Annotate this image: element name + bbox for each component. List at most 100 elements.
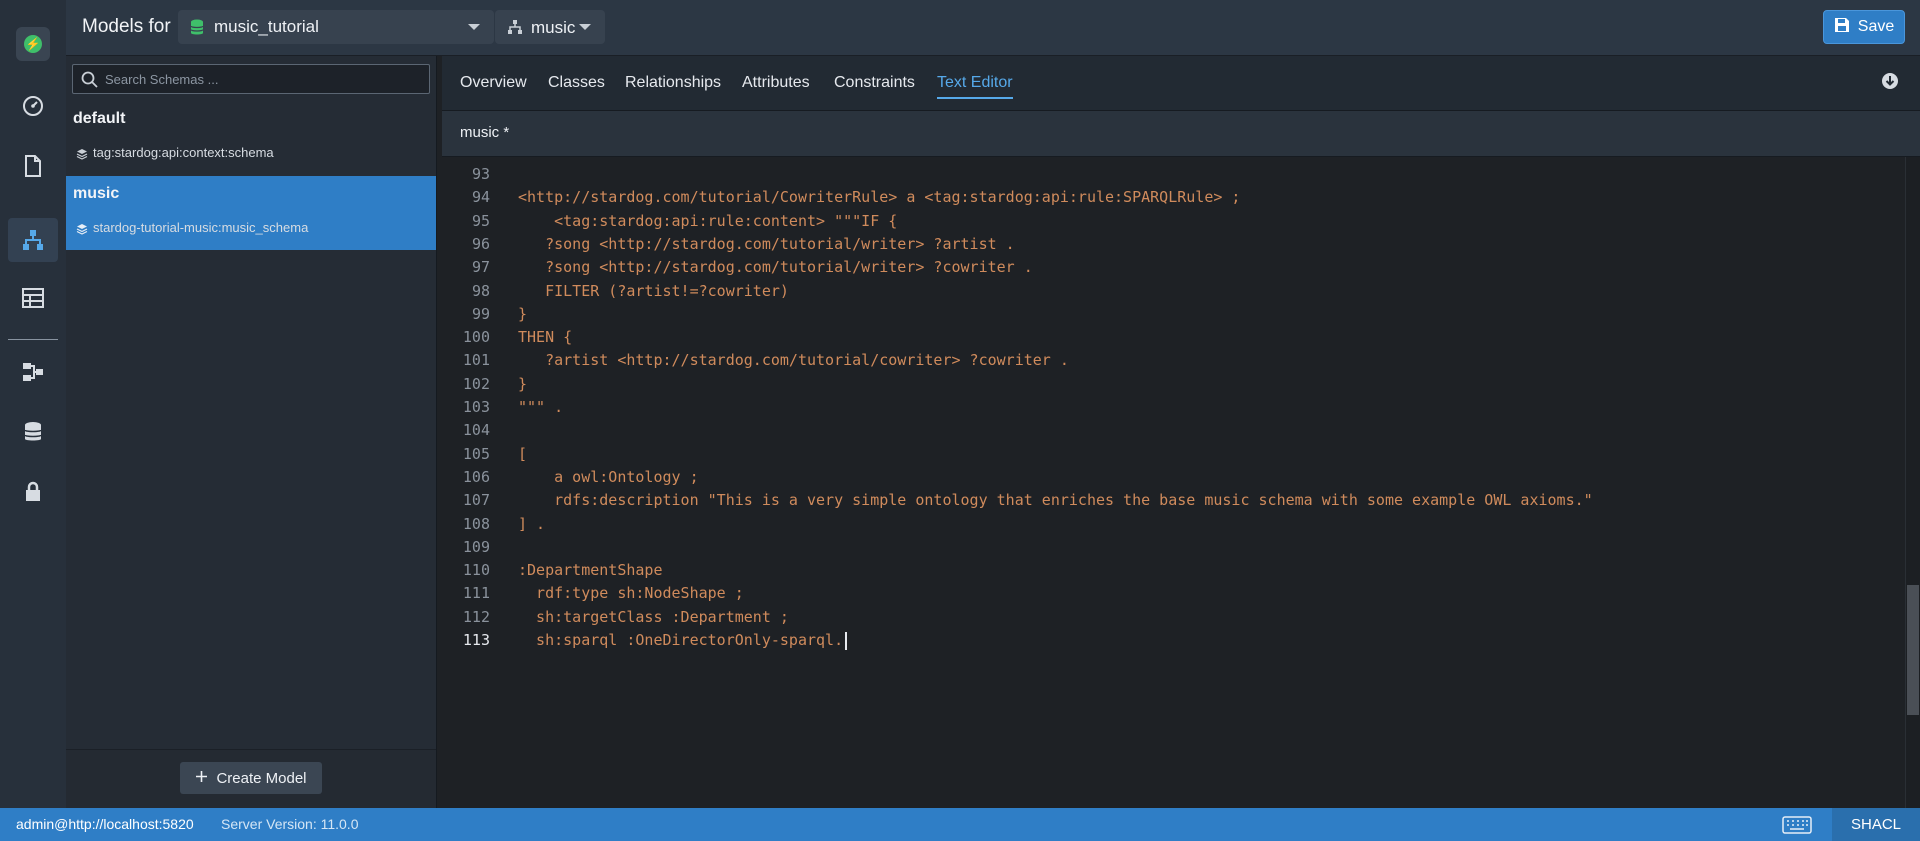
code-line: 110:DepartmentShape bbox=[442, 559, 1902, 582]
save-icon bbox=[1834, 17, 1850, 38]
table-icon[interactable] bbox=[8, 276, 58, 320]
schema-sidebar: Search Schemas ... default tag:stardog:a… bbox=[66, 56, 437, 808]
line-number: 105 bbox=[462, 444, 490, 463]
download-icon[interactable] bbox=[1881, 72, 1899, 95]
line-text: rdfs:description "This is a very simple … bbox=[518, 491, 1593, 510]
line-text: <tag:stardog:api:rule:content> """IF { bbox=[518, 211, 898, 230]
line-text: rdf:type sh:NodeShape ; bbox=[518, 584, 744, 603]
code-line: 106 a owl:Ontology ; bbox=[442, 466, 1902, 489]
line-text: ] . bbox=[518, 514, 546, 533]
schema-group-name: music bbox=[73, 185, 120, 202]
save-button[interactable]: Save bbox=[1823, 10, 1905, 44]
schema-group-default[interactable]: default tag:stardog:api:context:schema bbox=[66, 101, 436, 175]
tab-text-editor[interactable]: Text Editor bbox=[937, 74, 1013, 99]
line-number: 104 bbox=[462, 421, 490, 440]
code-line: 101 ?artist <http://stardog.com/tutorial… bbox=[442, 349, 1902, 372]
models-icon[interactable] bbox=[8, 218, 58, 262]
line-number: 101 bbox=[462, 351, 490, 370]
document-icon[interactable] bbox=[8, 144, 58, 188]
code-line: 109 bbox=[442, 536, 1902, 559]
top-header: Models for music_tutorial music Save bbox=[66, 0, 1920, 56]
schema-group-name: default bbox=[73, 110, 126, 127]
lock-icon[interactable] bbox=[8, 470, 58, 514]
line-text: } bbox=[518, 304, 528, 323]
schema-selector[interactable]: music bbox=[495, 10, 605, 44]
line-number: 112 bbox=[462, 607, 490, 626]
keyboard-icon[interactable] bbox=[1782, 816, 1812, 839]
layers-icon bbox=[76, 147, 88, 165]
text-cursor bbox=[845, 632, 848, 650]
line-number: 93 bbox=[471, 165, 490, 183]
server-version: Server Version: 11.0.0 bbox=[221, 816, 359, 832]
dashboard-icon[interactable] bbox=[8, 84, 58, 128]
line-number: 98 bbox=[471, 281, 490, 300]
line-number: 97 bbox=[471, 258, 490, 277]
search-input[interactable]: Search Schemas ... bbox=[72, 64, 430, 94]
code-line: 105 [ bbox=[442, 443, 1902, 466]
line-text: THEN { bbox=[518, 328, 573, 347]
schema-name: music bbox=[531, 18, 576, 37]
line-text: ?artist <http://stardog.com/tutorial/cow… bbox=[518, 351, 1069, 370]
line-number: 102 bbox=[462, 374, 490, 393]
create-model-button[interactable]: Create Model bbox=[180, 762, 322, 794]
code-line: 104 bbox=[442, 419, 1902, 442]
line-number: 103 bbox=[462, 398, 490, 416]
page-title: Models for bbox=[82, 16, 171, 37]
rail-separator bbox=[8, 339, 58, 340]
status-bar: admin@http://localhost:5820 Server Versi… bbox=[0, 808, 1920, 841]
plus-icon bbox=[195, 770, 208, 787]
create-model-label: Create Model bbox=[216, 769, 307, 787]
line-number: 113 bbox=[462, 631, 490, 649]
tab-relationships[interactable]: Relationships bbox=[625, 74, 721, 92]
line-number: 96 bbox=[471, 234, 490, 253]
line-text: a owl:Ontology ; bbox=[518, 467, 699, 486]
chevron-down-icon bbox=[468, 24, 480, 30]
code-line: 111 rdf:type sh:NodeShape ; bbox=[442, 582, 1902, 605]
schema-item[interactable]: stardog-tutorial-music:music_schema bbox=[93, 220, 308, 235]
editor-mode[interactable]: SHACL bbox=[1832, 808, 1920, 841]
tab-bar: Overview Classes Relationships Attribute… bbox=[442, 56, 1920, 111]
line-text: <http://stardog.com/tutorial/CowriterRul… bbox=[518, 188, 1241, 207]
mapping-icon[interactable] bbox=[8, 350, 58, 394]
database-selector[interactable]: music_tutorial bbox=[178, 10, 494, 44]
code-line: 100 THEN { bbox=[442, 326, 1902, 349]
schema-item[interactable]: tag:stardog:api:context:schema bbox=[93, 145, 274, 160]
hierarchy-icon bbox=[507, 19, 523, 40]
database-name: music_tutorial bbox=[214, 17, 319, 36]
code-line: 112 sh:targetClass :Department ; bbox=[442, 606, 1902, 629]
code-line: 94 <http://stardog.com/tutorial/CowriterR… bbox=[442, 186, 1902, 209]
code-line: 98 FILTER (?artist!=?cowriter) bbox=[442, 280, 1902, 303]
search-placeholder: Search Schemas ... bbox=[105, 72, 219, 87]
line-number: 100 bbox=[462, 328, 490, 347]
line-text: ?song <http://stardog.com/tutorial/write… bbox=[518, 234, 1015, 253]
stardog-logo-icon[interactable]: ⚡ bbox=[16, 27, 50, 61]
editor-scrollbar[interactable] bbox=[1905, 157, 1920, 808]
chevron-down-icon bbox=[579, 24, 591, 30]
tab-constraints[interactable]: Constraints bbox=[834, 74, 915, 92]
code-line: 93 bbox=[442, 163, 1902, 186]
code-line: 97 ?song <http://stardog.com/tutorial/wr… bbox=[442, 256, 1902, 279]
tab-classes[interactable]: Classes bbox=[548, 74, 605, 92]
line-number: 99 bbox=[471, 304, 490, 323]
database-icon bbox=[190, 19, 204, 41]
tab-overview[interactable]: Overview bbox=[460, 74, 527, 92]
line-number: 109 bbox=[462, 537, 490, 556]
line-text: ?song <http://stardog.com/tutorial/write… bbox=[518, 258, 1033, 277]
line-text: FILTER (?artist!=?cowriter) bbox=[518, 281, 789, 300]
text-editor[interactable]: 93 94 <http://stardog.com/tutorial/Cowrite… bbox=[442, 157, 1920, 808]
document-title: music * bbox=[460, 124, 510, 141]
nav-rail: ⚡ bbox=[0, 0, 67, 808]
line-number: 95 bbox=[471, 211, 490, 230]
line-number: 108 bbox=[462, 514, 490, 533]
code-line: 99} bbox=[442, 303, 1902, 326]
schema-group-music[interactable]: music stardog-tutorial-music:music_schem… bbox=[66, 176, 436, 250]
code-line: 103 """ . bbox=[442, 396, 1902, 419]
line-text: [ bbox=[518, 444, 528, 463]
line-number: 111 bbox=[462, 584, 490, 603]
tab-attributes[interactable]: Attributes bbox=[742, 74, 810, 92]
search-icon bbox=[81, 71, 98, 93]
line-text: sh:targetClass :Department ; bbox=[518, 607, 789, 626]
database-icon[interactable] bbox=[8, 410, 58, 454]
scrollbar-thumb[interactable] bbox=[1907, 585, 1919, 715]
code-line: 113 sh:sparql :OneDirectorOnly-sparql. bbox=[442, 629, 1902, 652]
